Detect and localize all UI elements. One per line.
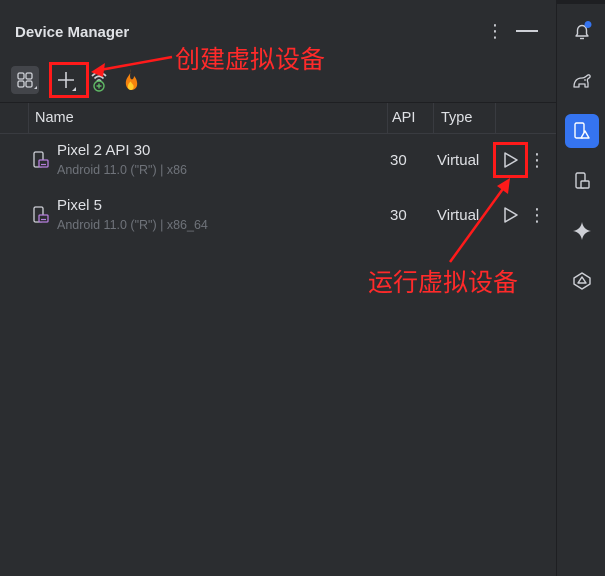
run-device-annotation: 运行虚拟设备: [368, 268, 519, 297]
create-device-annotation: 创建虚拟设备: [175, 45, 326, 74]
